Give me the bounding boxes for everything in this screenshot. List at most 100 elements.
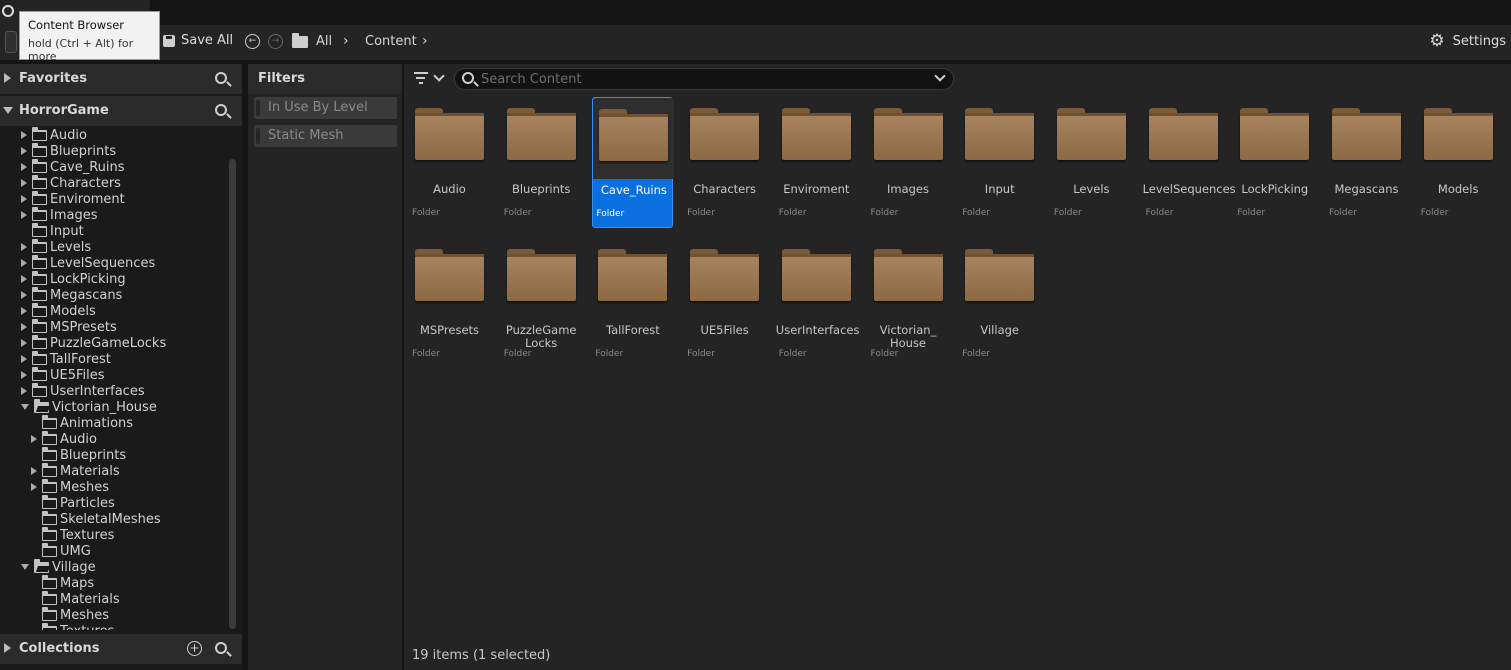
tree-item[interactable]: Models xyxy=(21,302,96,319)
tree-item[interactable]: Enviroment xyxy=(21,190,125,207)
add-button[interactable] xyxy=(5,31,17,53)
asset-tile[interactable]: Input Folder xyxy=(959,97,1040,228)
tree-item[interactable]: Input xyxy=(21,222,84,239)
expand-arrow-icon[interactable] xyxy=(21,131,27,139)
back-arrow-icon[interactable]: ← xyxy=(245,34,260,49)
search-input[interactable] xyxy=(481,71,921,87)
tree-item[interactable]: Blueprints xyxy=(21,142,116,159)
asset-tile[interactable]: PuzzleGame Locks Folder xyxy=(501,238,582,369)
tree-item[interactable]: Victorian_House xyxy=(21,398,157,415)
tree-item[interactable]: MSPresets xyxy=(21,318,117,335)
tree-item[interactable]: Maps xyxy=(31,574,94,591)
tree-item[interactable]: Characters xyxy=(21,174,121,191)
asset-tile[interactable]: Levels Folder xyxy=(1051,97,1132,228)
collapse-arrow-icon[interactable] xyxy=(21,564,29,570)
asset-tile[interactable]: Images Folder xyxy=(868,97,949,228)
expand-arrow-icon[interactable] xyxy=(21,323,27,331)
breadcrumb-chevron-icon[interactable]: › xyxy=(343,33,349,49)
breadcrumb-all[interactable]: All xyxy=(316,34,332,49)
expand-arrow-icon[interactable] xyxy=(4,73,11,83)
asset-tile[interactable]: Audio Folder xyxy=(409,97,490,228)
tree-item[interactable]: Particles xyxy=(31,494,115,511)
asset-tile[interactable]: Models Folder xyxy=(1418,97,1499,228)
chevron-down-icon[interactable] xyxy=(433,70,445,82)
tree-item[interactable]: Blueprints xyxy=(31,446,126,463)
asset-tile[interactable]: Enviroment Folder xyxy=(776,97,857,228)
search-icon[interactable] xyxy=(215,642,227,654)
expand-arrow-icon[interactable] xyxy=(21,339,27,347)
tree-item[interactable]: LockPicking xyxy=(21,270,126,287)
tree-item[interactable]: Cave_Ruins xyxy=(21,158,125,175)
tree-item[interactable]: Megascans xyxy=(21,286,122,303)
tree-item[interactable]: UserInterfaces xyxy=(21,382,145,399)
breadcrumb-chevron-icon[interactable]: › xyxy=(422,33,428,49)
asset-tile[interactable]: Village Folder xyxy=(959,238,1040,369)
search-box[interactable] xyxy=(454,68,954,90)
tree-item[interactable]: Textures xyxy=(31,622,114,630)
tree-item[interactable]: Animations xyxy=(31,414,133,431)
asset-tile[interactable]: UserInterfaces Folder xyxy=(776,238,860,369)
asset-tile[interactable]: UE5Files Folder xyxy=(684,238,765,369)
asset-tile[interactable]: Megascans Folder xyxy=(1326,97,1407,228)
tree-scrollbar[interactable] xyxy=(229,159,236,629)
tree-item[interactable]: Textures xyxy=(31,526,114,543)
tree-item[interactable]: PuzzleGameLocks xyxy=(21,334,166,351)
tree-item[interactable]: Village xyxy=(21,558,96,575)
asset-tile[interactable]: Cave_Ruins Folder xyxy=(592,97,675,228)
expand-arrow-icon[interactable] xyxy=(31,435,37,443)
settings-button[interactable]: ⚙ Settings xyxy=(1429,33,1506,50)
expand-arrow-icon[interactable] xyxy=(21,211,27,219)
filter-chip-in-use-by-level[interactable]: In Use By Level xyxy=(254,97,397,119)
asset-tile[interactable]: MSPresets Folder xyxy=(409,238,490,369)
folder-icon[interactable] xyxy=(292,33,308,48)
add-collection-icon[interactable]: + xyxy=(187,641,202,656)
tree-item[interactable]: Meshes xyxy=(31,606,109,623)
expand-arrow-icon[interactable] xyxy=(4,643,11,653)
tree-item[interactable]: Levels xyxy=(21,238,91,255)
asset-tile[interactable]: Blueprints Folder xyxy=(501,97,582,228)
filter-chip-static-mesh[interactable]: Static Mesh xyxy=(254,125,397,147)
asset-tile[interactable]: Characters Folder xyxy=(684,97,765,228)
filter-icon[interactable] xyxy=(414,72,428,84)
project-header[interactable]: HorrorGame xyxy=(0,96,242,126)
asset-tile[interactable]: Victorian_ House Folder xyxy=(868,238,949,369)
tree-item[interactable]: Audio xyxy=(21,127,87,143)
forward-arrow-icon[interactable]: → xyxy=(268,34,283,49)
expand-arrow-icon[interactable] xyxy=(21,275,27,283)
tree-item[interactable]: LevelSequences xyxy=(21,254,155,271)
expand-arrow-icon[interactable] xyxy=(31,467,37,475)
chevron-down-icon[interactable] xyxy=(934,70,946,82)
tree-item[interactable]: Meshes xyxy=(31,478,109,495)
favorites-header[interactable]: Favorites xyxy=(0,64,242,94)
collapse-arrow-icon[interactable] xyxy=(21,404,29,410)
search-icon[interactable] xyxy=(215,104,227,116)
search-icon[interactable] xyxy=(215,72,227,84)
tree-item[interactable]: TallForest xyxy=(21,350,111,367)
expand-arrow-icon[interactable] xyxy=(21,291,27,299)
save-all-button[interactable]: Save All xyxy=(163,33,233,48)
tree-item[interactable]: Materials xyxy=(31,590,120,607)
tree-item[interactable]: UE5Files xyxy=(21,366,105,383)
tree-item[interactable]: UMG xyxy=(31,542,91,559)
expand-arrow-icon[interactable] xyxy=(21,307,27,315)
expand-arrow-icon[interactable] xyxy=(21,355,27,363)
expand-arrow-icon[interactable] xyxy=(21,259,27,267)
tree-item[interactable]: Images xyxy=(21,206,98,223)
expand-arrow-icon[interactable] xyxy=(21,179,27,187)
asset-tile[interactable]: TallForest Folder xyxy=(592,238,673,369)
asset-tile[interactable]: LockPicking Folder xyxy=(1234,97,1315,228)
tree-item[interactable]: SkeletalMeshes xyxy=(31,510,161,527)
tree-item[interactable]: Materials xyxy=(31,462,120,479)
breadcrumb-content[interactable]: Content xyxy=(365,34,417,49)
expand-arrow-icon[interactable] xyxy=(21,387,27,395)
expand-arrow-icon[interactable] xyxy=(21,195,27,203)
collapse-arrow-icon[interactable] xyxy=(3,107,13,114)
expand-arrow-icon[interactable] xyxy=(21,243,27,251)
expand-arrow-icon[interactable] xyxy=(31,483,37,491)
expand-arrow-icon[interactable] xyxy=(21,371,27,379)
asset-tile[interactable]: LevelSequences Folder xyxy=(1143,97,1236,228)
tree-item[interactable]: Audio xyxy=(31,430,97,447)
expand-arrow-icon[interactable] xyxy=(21,163,27,171)
collections-header[interactable]: Collections + xyxy=(0,634,242,664)
expand-arrow-icon[interactable] xyxy=(21,147,27,155)
